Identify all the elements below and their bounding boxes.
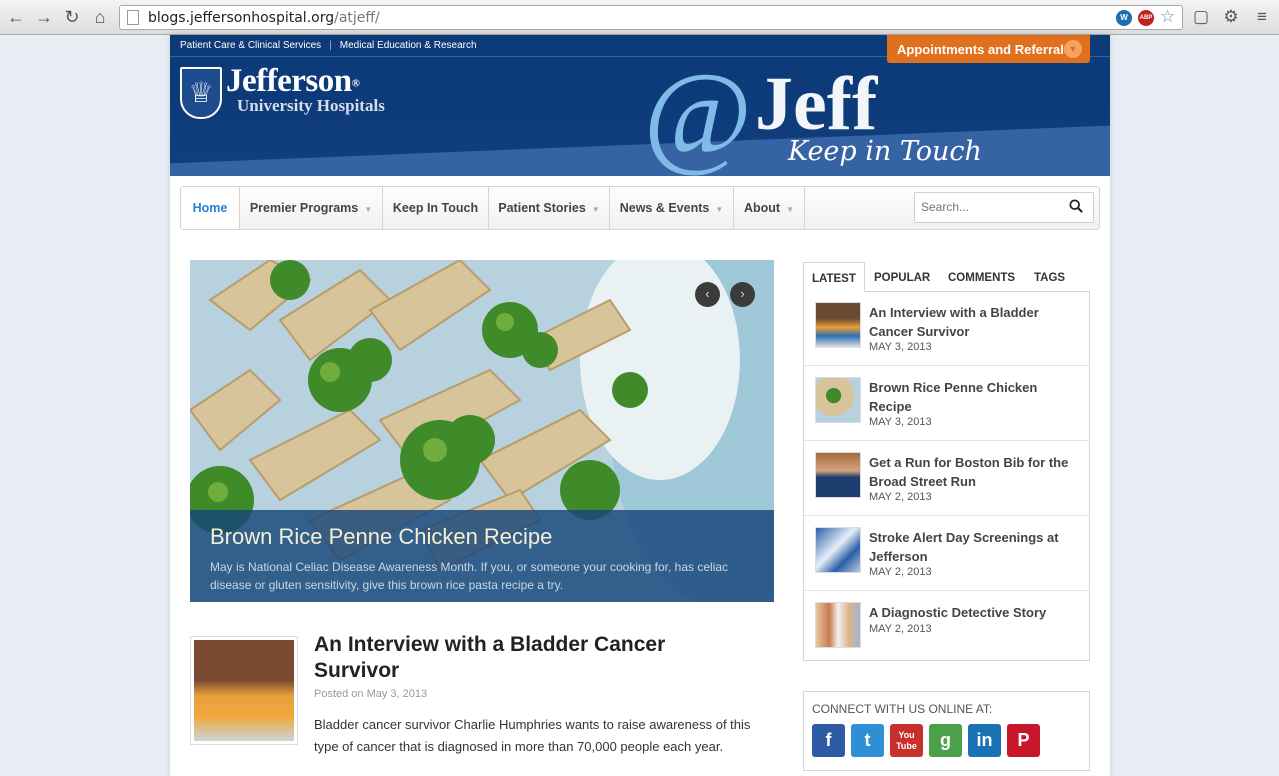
url-text[interactable]: blogs.jeffersonhospital.org/atjeff/ (148, 10, 380, 26)
pinterest-icon[interactable]: P (1007, 724, 1040, 757)
youtube-icon[interactable]: You Tube (890, 724, 923, 757)
list-item-date: MAY 3, 2013 (869, 341, 932, 353)
forward-icon[interactable]: → (34, 7, 54, 27)
nav-home-label: Home (192, 201, 228, 215)
link-medical-education[interactable]: Medical Education & Research (340, 40, 477, 51)
site-header: Patient Care & Clinical Services | Medical… (170, 35, 1110, 176)
appointments-button[interactable]: Appointments and Referrals ▼ (887, 35, 1090, 63)
tab-tags[interactable]: TAGS (1026, 262, 1073, 292)
list-item-date: MAY 2, 2013 (869, 491, 932, 503)
url-host: blogs.jeffersonhospital.org (148, 10, 335, 26)
logo-registered: ® (351, 77, 360, 90)
list-item-thumbnail (815, 302, 861, 348)
nav-keep-in-touch[interactable]: Keep In Touch (383, 187, 489, 229)
list-item-title[interactable]: Get a Run for Boston Bib for the Broad S… (869, 453, 1079, 491)
brand-at-symbol: @ (643, 48, 752, 176)
list-item-date: MAY 2, 2013 (869, 566, 932, 578)
caret-down-icon: ▼ (786, 205, 795, 214)
brand-tagline: Keep in Touch (788, 136, 982, 167)
window-icon[interactable]: ▢ (1191, 7, 1211, 27)
list-item-date: MAY 3, 2013 (869, 416, 932, 428)
back-icon[interactable]: ← (6, 7, 26, 27)
tab-comments[interactable]: COMMENTS (940, 262, 1023, 292)
list-item[interactable]: An Interview with a Bladder Cancer Survi… (804, 291, 1089, 366)
caret-down-icon: ▼ (715, 205, 724, 214)
list-item-title[interactable]: An Interview with a Bladder Cancer Survi… (869, 303, 1079, 341)
reload-icon[interactable]: ↻ (62, 7, 82, 27)
list-item-thumbnail (815, 527, 861, 573)
facebook-icon[interactable]: f (812, 724, 845, 757)
bookmark-star-icon[interactable]: ☆ (1160, 7, 1175, 27)
slider-title[interactable]: Brown Rice Penne Chicken Recipe (210, 524, 754, 550)
post-title[interactable]: An Interview with a Bladder Cancer Survi… (314, 632, 734, 684)
search-icon[interactable] (1069, 199, 1083, 213)
appointments-label: Appointments and Referrals (897, 42, 1072, 57)
post-date: Posted on May 3, 2013 (314, 688, 428, 700)
post-thumbnail-image (194, 640, 294, 741)
nav-about[interactable]: About ▼ (734, 187, 805, 229)
page: Patient Care & Clinical Services | Medical… (170, 35, 1110, 776)
tab-latest[interactable]: LATEST (803, 262, 865, 292)
list-item[interactable]: A Diagnostic Detective Story MAY 2, 2013 (804, 591, 1089, 666)
search-input[interactable] (921, 200, 1061, 214)
top-links: Patient Care & Clinical Services | Medical… (180, 40, 485, 51)
main-nav: Home Premier Programs ▼ Keep In Touch Pat… (180, 186, 1100, 230)
nav-premier-programs[interactable]: Premier Programs ▼ (240, 187, 383, 229)
nav-news-events[interactable]: News & Events ▼ (610, 187, 734, 229)
browser-toolbar: ← → ↻ ⌂ blogs.jeffersonhospital.org/atje… (0, 0, 1279, 35)
wordpress-icon[interactable]: W (1116, 10, 1132, 26)
menu-icon[interactable]: ≡ (1252, 7, 1272, 27)
nav-about-label: About (743, 201, 781, 215)
connect-heading: CONNECT WITH US ONLINE AT: (812, 702, 993, 716)
slider-text: May is National Celiac Disease Awareness… (210, 560, 729, 592)
google-icon[interactable]: g (929, 724, 962, 757)
top-links-separator: | (329, 40, 332, 51)
twitter-icon[interactable]: t (851, 724, 884, 757)
logo-subtitle: University Hospitals (237, 96, 385, 115)
list-item-title[interactable]: Stroke Alert Day Screenings at Jefferson (869, 528, 1079, 566)
adblock-icon[interactable]: ABP (1138, 10, 1154, 26)
chevron-down-icon: ▼ (1064, 40, 1082, 58)
list-item[interactable]: Brown Rice Penne Chicken Recipe MAY 3, 2… (804, 366, 1089, 441)
nav-keep-in-touch-label: Keep In Touch (392, 201, 479, 215)
list-item-date: MAY 2, 2013 (869, 623, 932, 635)
list-item-thumbnail (815, 452, 861, 498)
slider-caption: Brown Rice Penne Chicken Recipe May is N… (190, 510, 774, 602)
featured-slider[interactable]: ‹ › Brown Rice Penne Chicken Recipe May … (190, 260, 774, 602)
tab-popular[interactable]: POPULAR (866, 262, 938, 292)
post-thumbnail[interactable] (190, 636, 298, 745)
slider-next-button[interactable]: › (730, 282, 755, 307)
nav-patient-stories-label: Patient Stories (498, 201, 586, 215)
logo-name: Jefferson (226, 63, 352, 99)
url-path: /atjeff/ (334, 10, 380, 26)
nav-home[interactable]: Home (181, 187, 240, 229)
list-item[interactable]: Get a Run for Boston Bib for the Broad S… (804, 441, 1089, 516)
gear-icon[interactable]: ⚙ (1221, 7, 1241, 27)
caret-down-icon: ▼ (591, 205, 600, 214)
list-item[interactable]: Stroke Alert Day Screenings at Jefferson… (804, 516, 1089, 591)
nav-news-events-label: News & Events (619, 201, 710, 215)
sidebar-tabs: LATEST POPULAR COMMENTS TAGS (803, 262, 1090, 292)
search-box (914, 192, 1094, 223)
link-patient-care[interactable]: Patient Care & Clinical Services (180, 40, 321, 51)
linkedin-icon[interactable]: in (968, 724, 1001, 757)
nav-premier-programs-label: Premier Programs (249, 201, 359, 215)
home-icon[interactable]: ⌂ (90, 7, 110, 27)
address-bar[interactable]: blogs.jeffersonhospital.org/atjeff/ W AB… (119, 5, 1183, 30)
slider-prev-button[interactable]: ‹ (695, 282, 720, 307)
list-item-thumbnail (815, 602, 861, 648)
jefferson-shield-logo[interactable]: ♕ (180, 67, 222, 119)
list-item-thumbnail (815, 377, 861, 423)
connect-box: CONNECT WITH US ONLINE AT: f t You Tube … (803, 691, 1090, 771)
brand-jeff: Jeff (755, 62, 878, 146)
nav-patient-stories[interactable]: Patient Stories ▼ (489, 187, 610, 229)
caret-down-icon: ▼ (364, 205, 373, 214)
logo-text[interactable]: Jefferson® (226, 63, 360, 100)
list-item-title[interactable]: Brown Rice Penne Chicken Recipe (869, 378, 1079, 416)
post-excerpt: Bladder cancer survivor Charlie Humphrie… (314, 717, 751, 754)
list-item-title[interactable]: A Diagnostic Detective Story (869, 603, 1079, 622)
page-icon (127, 10, 139, 25)
latest-posts-list: An Interview with a Bladder Cancer Survi… (803, 291, 1090, 661)
